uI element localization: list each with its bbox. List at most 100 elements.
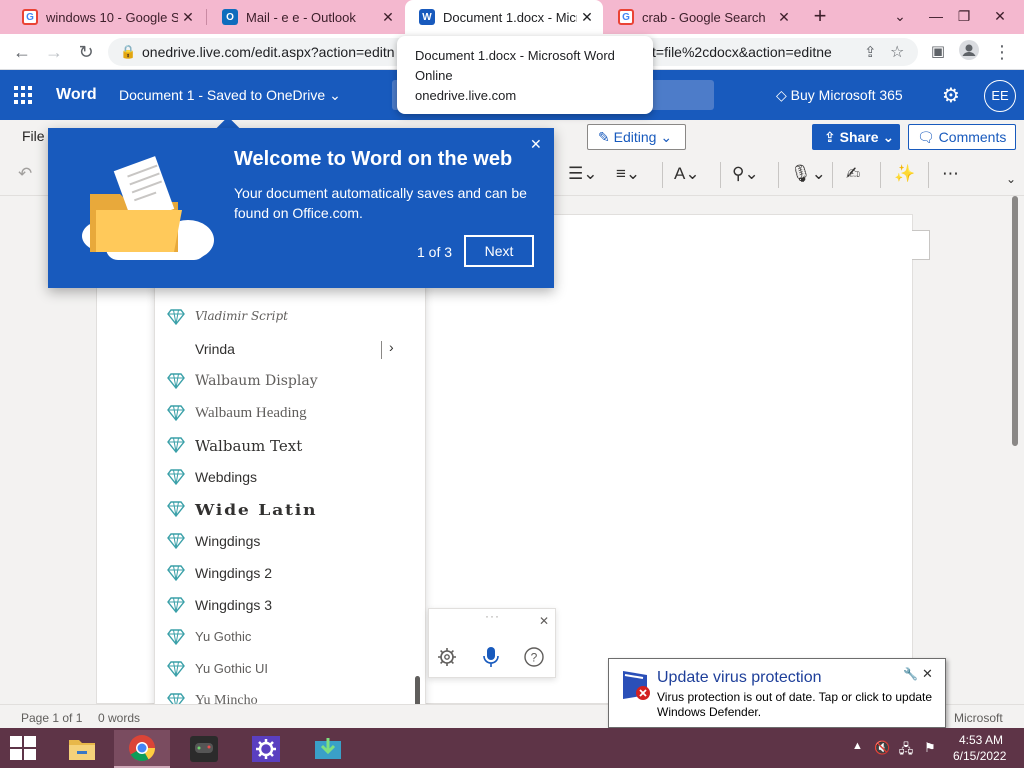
download-app-icon[interactable] [300, 730, 356, 768]
settings-app-icon[interactable] [238, 730, 294, 768]
google-icon: G [618, 9, 634, 25]
font-item-wingdings[interactable]: Wingdings [155, 525, 425, 557]
vertical-scrollbar[interactable] [1012, 196, 1018, 446]
close-icon[interactable]: ✕ [922, 666, 933, 682]
word-icon: W [419, 9, 435, 25]
reload-icon[interactable]: ↻ [74, 40, 98, 64]
show-hidden-icons-icon[interactable]: ▲ [852, 740, 863, 752]
font-item-vladimir-script[interactable]: Vladimir Script [155, 301, 425, 333]
restore-button[interactable]: ❐ [944, 0, 984, 34]
font-list-dropdown[interactable]: Vladimir Script Vrinda › Walbaum Display… [154, 270, 426, 720]
tab-search-icon[interactable]: ⌄ [880, 0, 920, 34]
browser-tab-outlook[interactable]: O Mail - e e - Outlook ✕ [208, 0, 404, 34]
font-item-wingdings-3[interactable]: Wingdings 3 [155, 589, 425, 621]
file-explorer-icon[interactable] [54, 730, 110, 768]
font-item-vrinda[interactable]: Vrinda › [155, 333, 425, 365]
callout-step-counter: 1 of 3 [417, 244, 453, 260]
settings-wrench-icon[interactable]: 🔧 [903, 667, 918, 681]
game-app-icon[interactable] [176, 730, 232, 768]
status-right-text: Microsoft [954, 711, 1003, 725]
chrome-menu-icon[interactable]: ⋮ [990, 40, 1014, 64]
defender-notification[interactable]: Update virus protection Virus protection… [608, 658, 946, 728]
back-arrow-icon[interactable]: ← [10, 40, 34, 64]
profile-icon[interactable] [957, 40, 981, 64]
settings-gear-icon[interactable]: ⚙ [942, 83, 960, 108]
chevron-down-icon: ⌄ [329, 87, 341, 103]
new-tab-button[interactable]: + [800, 0, 840, 34]
font-name: Vladimir Script [195, 309, 288, 323]
drag-handle[interactable]: ··· [485, 609, 500, 623]
close-icon[interactable]: ✕ [774, 9, 794, 26]
find-icon[interactable]: ⚲⌄ [732, 164, 759, 184]
editing-mode-button[interactable]: ✎ Editing ⌄ [587, 124, 686, 150]
document-title[interactable]: Document 1 - Saved to OneDrive ⌄ [119, 87, 341, 104]
comments-button[interactable]: 🗨 Comments [908, 124, 1016, 150]
browser-tab-crab[interactable]: G crab - Google Search ✕ [604, 0, 800, 34]
font-item-webdings[interactable]: Webdings [155, 461, 425, 493]
network-icon[interactable]: 🖧 [898, 740, 914, 756]
share-button[interactable]: ⇪ Share ⌄ [812, 124, 900, 150]
font-item-yu-gothic[interactable]: Yu Gothic [155, 621, 425, 653]
bullets-icon[interactable]: ☰⌄ [568, 164, 597, 184]
gear-icon[interactable] [437, 647, 457, 667]
windows-start-icon[interactable] [10, 736, 38, 760]
comments-label: Comments [938, 129, 1007, 145]
tab-hover-card: Document 1.docx - Microsoft Word Online … [397, 36, 653, 114]
buy-microsoft-365-link[interactable]: ◇ Buy Microsoft 365 [776, 87, 903, 104]
side-panel-icon[interactable]: ▣ [926, 40, 950, 64]
close-icon[interactable]: ✕ [178, 9, 198, 26]
close-icon[interactable]: ✕ [539, 614, 549, 628]
designer-wand-icon[interactable]: ✨ [894, 164, 915, 184]
more-options-icon[interactable]: ⋯ [942, 164, 959, 184]
toolbar-divider [832, 162, 833, 188]
bookmark-star-icon[interactable]: ☆ [890, 42, 904, 62]
font-item-wingdings-2[interactable]: Wingdings 2 [155, 557, 425, 589]
word-app-name[interactable]: Word [56, 86, 97, 104]
chevron-right-icon[interactable]: › [389, 339, 394, 355]
font-item-walbaum-heading[interactable]: Walbaum Heading [155, 397, 425, 429]
forward-arrow-icon[interactable]: → [42, 40, 66, 64]
tab-hover-url: onedrive.live.com [415, 88, 517, 103]
font-item-walbaum-text[interactable]: Walbaum Text [155, 429, 425, 461]
font-name: Yu Gothic UI [195, 661, 268, 676]
app-launcher-icon[interactable] [14, 86, 32, 104]
submenu-divider [381, 341, 382, 359]
clock-time[interactable]: 4:53 AM [959, 733, 1003, 747]
browser-tab-windows10[interactable]: G windows 10 - Google Search ✕ [8, 0, 204, 34]
url-text: onedrive.live.com/edit.aspx?action=editn [142, 44, 395, 60]
avatar[interactable]: EE [984, 80, 1016, 112]
tab-file[interactable]: File [22, 128, 45, 144]
align-icon[interactable]: ≡⌄ [616, 164, 640, 184]
help-icon[interactable]: ? [524, 647, 544, 667]
undo-icon[interactable]: ↶ [18, 164, 32, 184]
volume-muted-icon[interactable]: 🔇 [874, 740, 890, 756]
browser-tab-word[interactable]: W Document 1.docx - Microsoft Word Onlin… [405, 0, 603, 34]
font-item-yu-gothic-ui[interactable]: Yu Gothic UI [155, 653, 425, 685]
font-name: Vrinda [195, 341, 235, 357]
microphone-icon[interactable] [483, 646, 499, 668]
chrome-taskbar-icon[interactable] [114, 730, 170, 768]
font-name: Yu Gothic [195, 629, 252, 644]
svg-text:?: ? [531, 651, 538, 665]
editor-icon[interactable]: ✍ [846, 164, 860, 184]
defender-tray-icon[interactable]: ⚑ [922, 740, 938, 756]
close-icon[interactable]: ✕ [378, 9, 398, 26]
styles-icon[interactable]: A⌄ [674, 164, 700, 184]
dictate-microphone-icon[interactable]: 🎙⌄ [790, 164, 826, 184]
premium-diamond-icon [167, 597, 185, 613]
ribbon-expand-icon[interactable]: ⌄ [1006, 172, 1016, 186]
tab-title: crab - Google Search [642, 9, 766, 25]
font-name: Walbaum Display [195, 373, 318, 389]
clock-date[interactable]: 6/15/2022 [953, 749, 1006, 763]
font-item-walbaum-display[interactable]: Walbaum Display [155, 365, 425, 397]
window-close-button[interactable]: ✕ [980, 0, 1020, 34]
share-page-icon[interactable]: ⇪ [864, 43, 877, 61]
premium-diamond-icon [167, 437, 185, 453]
tab-title: Mail - e e - Outlook [246, 9, 356, 25]
close-icon[interactable]: ✕ [530, 136, 542, 153]
word-count: 0 words [98, 711, 141, 725]
close-icon[interactable]: ✕ [577, 9, 597, 26]
url-text-end: t=file%2cdocx&action=editne [652, 44, 832, 60]
font-item-wide-latin[interactable]: Wide Latin [155, 493, 425, 525]
next-button[interactable]: Next [464, 235, 534, 267]
